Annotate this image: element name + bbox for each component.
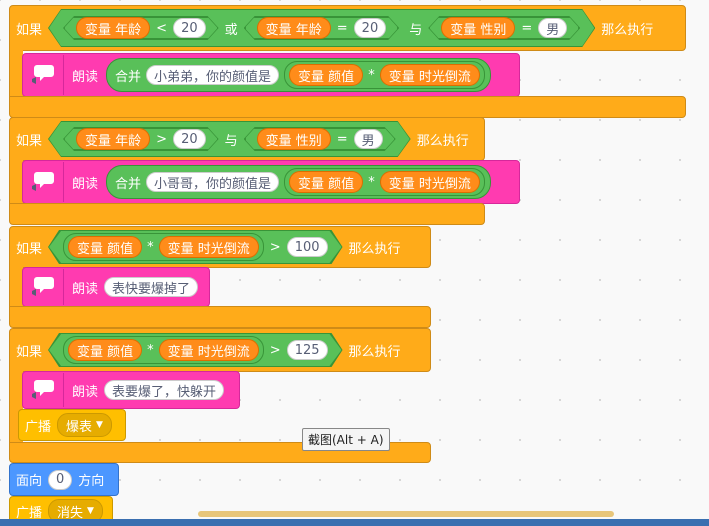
and-label: 与 — [224, 133, 238, 149]
var-age[interactable]: 变量 年龄 — [257, 17, 331, 39]
var-age[interactable]: 变量 年龄 — [76, 17, 150, 39]
direction-label: 方向 — [78, 474, 105, 489]
and-label: 与 — [409, 22, 423, 38]
var-looks[interactable]: 变量 颜值 — [68, 339, 142, 361]
var-time[interactable]: 变量 时光倒流 — [159, 339, 259, 361]
condition-or[interactable]: 变量 年龄 < 20 或 变量 年龄 = 20 与 变量 性别 = 男 — [48, 9, 595, 47]
mul-op: * — [368, 174, 375, 190]
if-label: 如果 — [16, 241, 43, 257]
if-arm — [9, 160, 23, 207]
then-label: 那么执行 — [348, 241, 401, 257]
mul-op: * — [147, 239, 154, 255]
gender-value[interactable]: 男 — [538, 18, 567, 38]
message-name: 消失 — [57, 505, 84, 521]
message-name: 爆表 — [66, 419, 93, 435]
condition-gt[interactable]: 变量 颜值 * 变量 时光倒流 > 125 — [48, 333, 343, 367]
if-bottom — [9, 306, 431, 328]
age-value[interactable]: 20 — [354, 18, 387, 38]
speak-block-2[interactable]: 朗读 合并 小哥哥，你的颜值是 变量 颜值 * 变量 时光倒流 — [22, 160, 520, 204]
join-label: 合并 — [115, 176, 142, 192]
multiply-reporter[interactable]: 变量 颜值 * 变量 时光倒流 — [63, 336, 264, 364]
age-value[interactable]: 20 — [173, 129, 206, 149]
threshold-value[interactable]: 125 — [287, 340, 328, 360]
taskbar — [0, 519, 709, 526]
say-text[interactable]: 表快要爆掉了 — [104, 277, 199, 297]
direction-value[interactable]: 0 — [48, 469, 73, 490]
point-label: 面向 — [16, 474, 43, 489]
multiply-reporter[interactable]: 变量 颜值 * 变量 时光倒流 — [63, 233, 264, 261]
if-label: 如果 — [16, 133, 43, 149]
var-time[interactable]: 变量 时光倒流 — [379, 64, 480, 86]
var-gender[interactable]: 变量 性别 — [257, 128, 331, 150]
multiply-reporter[interactable]: 变量 颜值 * 变量 时光倒流 — [284, 61, 485, 89]
gt-op: > — [269, 342, 281, 358]
var-looks[interactable]: 变量 颜值 — [68, 236, 142, 258]
multiply-reporter[interactable]: 变量 颜值 * 变量 时光倒流 — [284, 168, 485, 196]
speaker-icon — [23, 162, 64, 202]
speaker-icon — [23, 55, 64, 95]
speak-label: 朗读 — [72, 176, 99, 192]
if-label: 如果 — [16, 22, 43, 38]
if-block-4[interactable]: 如果 变量 颜值 * 变量 时光倒流 > 125 那么执行 — [9, 328, 431, 372]
eq-op: = — [521, 20, 533, 36]
if-block-3[interactable]: 如果 变量 颜值 * 变量 时光倒流 > 100 那么执行 — [9, 226, 431, 268]
eq-op: = — [336, 131, 348, 147]
join-reporter[interactable]: 合并 小弟弟，你的颜值是 变量 颜值 * 变量 时光倒流 — [106, 58, 491, 92]
condition-gt[interactable]: 变量 颜值 * 变量 时光倒流 > 100 — [48, 230, 343, 264]
then-label: 那么执行 — [601, 22, 654, 38]
broadcast-label: 广播 — [16, 505, 43, 521]
chevron-down-icon: ▼ — [87, 506, 94, 516]
broadcast-label: 广播 — [25, 419, 52, 435]
var-time[interactable]: 变量 时光倒流 — [379, 171, 480, 193]
then-label: 那么执行 — [348, 344, 401, 360]
var-looks[interactable]: 变量 颜值 — [289, 171, 364, 193]
horizontal-scrollbar[interactable] — [198, 511, 614, 517]
say-text[interactable]: 表要爆了，快躲开 — [104, 380, 225, 400]
var-age[interactable]: 变量 年龄 — [76, 128, 150, 150]
speaker-icon — [23, 269, 64, 305]
speaker-icon — [23, 373, 64, 407]
mul-op: * — [147, 342, 154, 358]
threshold-value[interactable]: 100 — [287, 237, 328, 257]
if-block-1[interactable]: 如果 变量 年龄 < 20 或 变量 年龄 = 20 与 变量 性别 = 男 那… — [9, 5, 686, 51]
or-label: 或 — [224, 22, 238, 38]
lt-op: < — [156, 20, 168, 36]
condition-and[interactable]: 变量 年龄 > 20 与 变量 性别 = 男 — [48, 121, 411, 157]
if-arm — [9, 267, 23, 309]
speak-block-3[interactable]: 朗读 表快要爆掉了 — [22, 267, 210, 307]
broadcast-block-1[interactable]: 广播 爆表 ▼ — [18, 409, 126, 441]
point-direction-block[interactable]: 面向 0 方向 — [9, 463, 119, 496]
then-label: 那么执行 — [416, 133, 469, 149]
if-block-2[interactable]: 如果 变量 年龄 > 20 与 变量 性别 = 男 那么执行 — [9, 117, 485, 161]
gender-value[interactable]: 男 — [354, 129, 383, 149]
var-gender[interactable]: 变量 性别 — [441, 17, 515, 39]
speak-label: 朗读 — [72, 384, 99, 400]
if-arm — [9, 50, 23, 97]
var-time[interactable]: 变量 时光倒流 — [159, 236, 259, 258]
speak-label: 朗读 — [72, 69, 99, 85]
if-bottom — [9, 203, 485, 225]
join-reporter[interactable]: 合并 小哥哥，你的颜值是 变量 颜值 * 变量 时光倒流 — [106, 165, 491, 199]
if-label: 如果 — [16, 344, 43, 360]
chevron-down-icon: ▼ — [96, 420, 103, 430]
gt-op: > — [156, 131, 168, 147]
age-value[interactable]: 20 — [173, 18, 206, 38]
speak-block-4[interactable]: 朗读 表要爆了，快躲开 — [22, 371, 240, 409]
join-label: 合并 — [115, 69, 142, 85]
screenshot-tooltip: 截图(Alt + A) — [302, 428, 390, 451]
message-dropdown[interactable]: 爆表 ▼ — [57, 413, 112, 437]
gt-op: > — [269, 239, 281, 255]
var-looks[interactable]: 变量 颜值 — [289, 64, 364, 86]
say-text[interactable]: 小弟弟，你的颜值是 — [146, 65, 280, 85]
say-text[interactable]: 小哥哥，你的颜值是 — [146, 172, 280, 192]
speak-label: 朗读 — [72, 281, 99, 297]
mul-op: * — [368, 67, 375, 83]
speak-block-1[interactable]: 朗读 合并 小弟弟，你的颜值是 变量 颜值 * 变量 时光倒流 — [22, 53, 520, 97]
eq-op: = — [336, 20, 348, 36]
if-bottom — [9, 96, 686, 118]
